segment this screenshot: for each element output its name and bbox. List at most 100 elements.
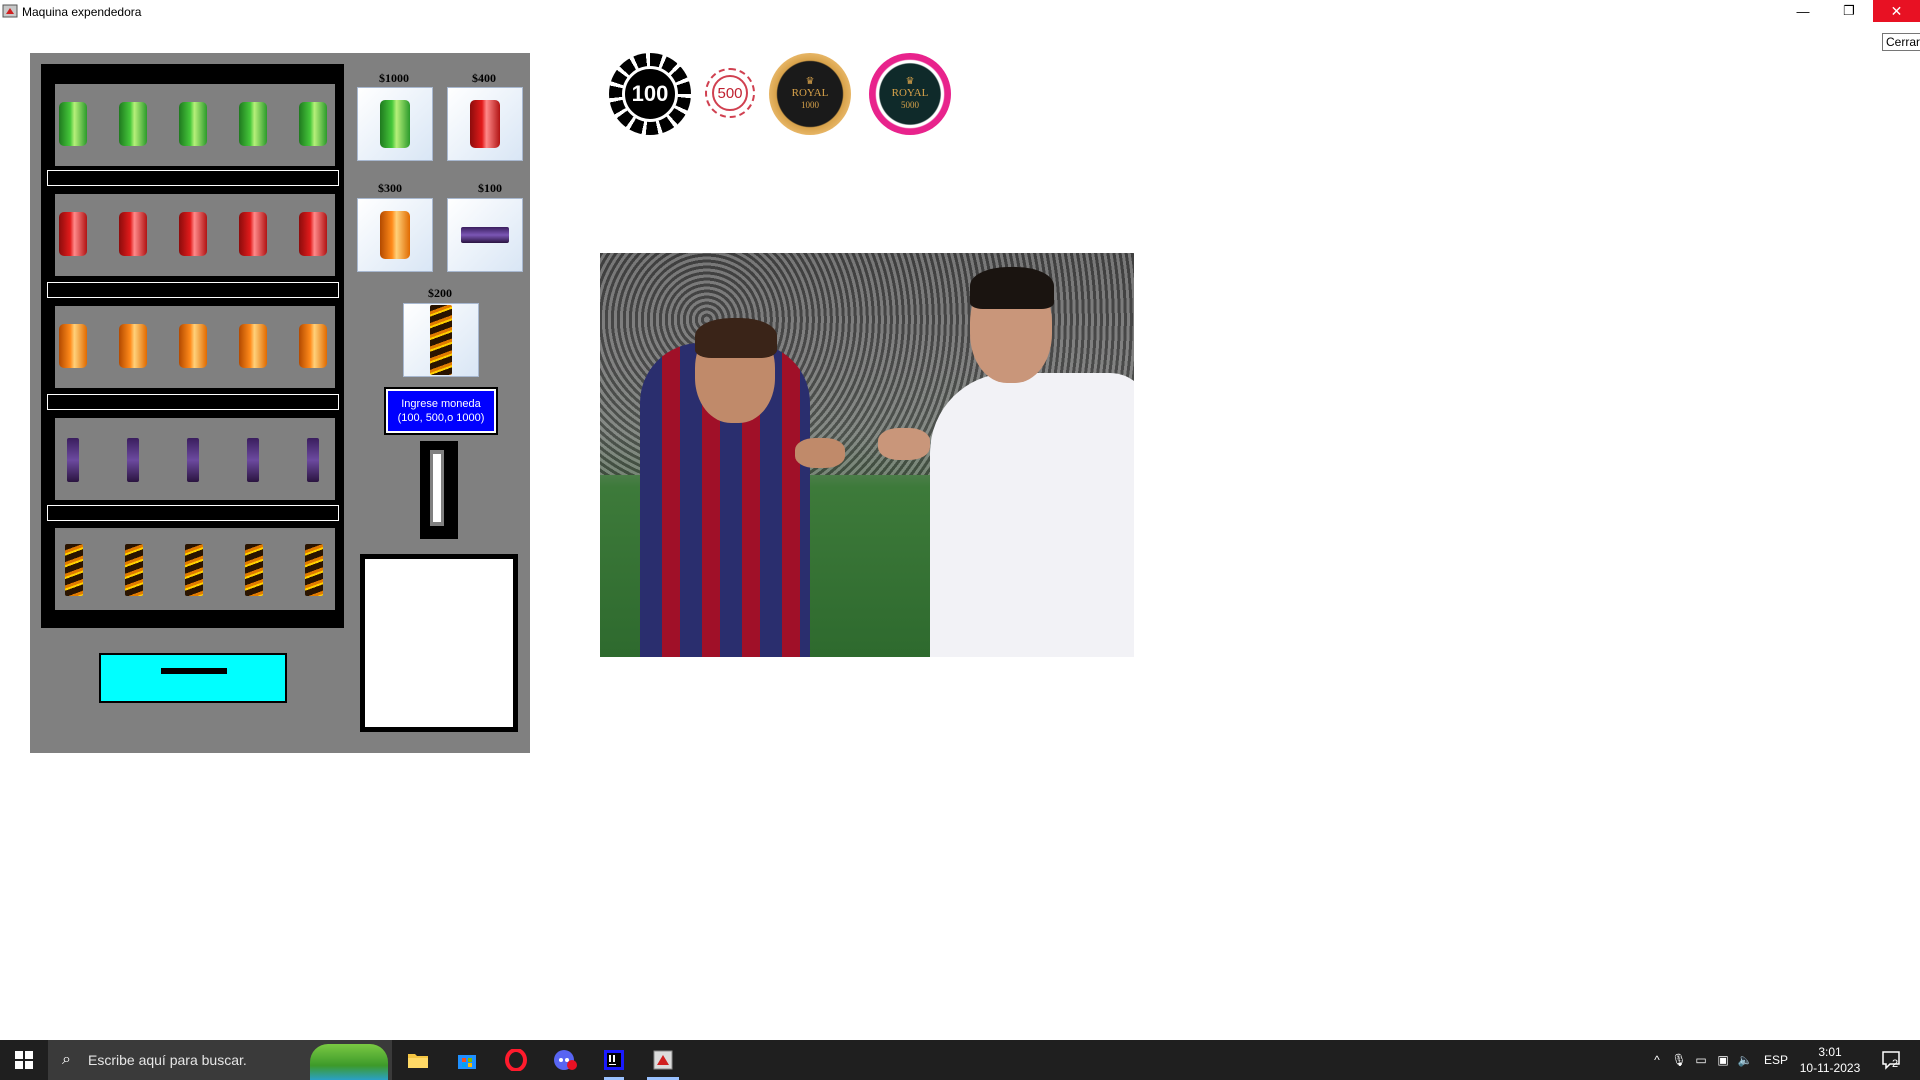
close-button[interactable]: ✕ [1873, 0, 1920, 22]
network-icon[interactable]: ▣ [1712, 1053, 1734, 1067]
dispenser-tray[interactable] [99, 653, 287, 703]
price-coke: $400 [472, 71, 496, 85]
shelf-rail [47, 282, 339, 298]
insert-coin-label: Ingrese moneda (100, 500,o 1000) [384, 387, 498, 435]
shelf-snickers [53, 416, 337, 502]
price-sprite: $1000 [379, 71, 409, 85]
fanta-can [179, 324, 207, 368]
shelf-rail [47, 505, 339, 521]
shelf-rail [47, 394, 339, 410]
crown-icon: ♛ [905, 76, 915, 87]
search-icon: ⌕ [62, 1051, 71, 1068]
minimize-button[interactable]: — [1780, 0, 1826, 22]
select-coke-button[interactable] [447, 87, 523, 161]
coin-5000-button[interactable]: ♛ ROYAL 5000 [869, 53, 951, 135]
title-bar: Maquina expendedora — ❐ ✕ [0, 0, 1920, 24]
vending-machine: $1000 $400 $300 $100 $200 Ingrese moneda… [30, 53, 530, 753]
coin-5000-face: ♛ ROYAL 5000 [892, 77, 929, 111]
search-placeholder: Escribe aquí para buscar. [88, 1052, 247, 1068]
fanta-can [299, 324, 327, 368]
select-sprite-button[interactable] [357, 87, 433, 161]
select-fanta-button[interactable] [357, 198, 433, 272]
price-chips: $200 [428, 286, 452, 300]
player-right-hand [878, 428, 930, 460]
opera-icon [505, 1049, 527, 1071]
battery-icon[interactable]: ▭ [1690, 1053, 1712, 1067]
coin-5000-value: 5000 [900, 100, 919, 110]
price-fanta: $300 [378, 181, 402, 195]
vending-machine-app[interactable] [639, 1040, 687, 1080]
price-snickers: $100 [478, 181, 502, 195]
coin-500-button[interactable]: 500 [705, 68, 755, 118]
folder-icon [408, 1054, 428, 1068]
taskbar-clock[interactable]: 3:01 10-11-2023 [1788, 1044, 1872, 1076]
shelf-coke [53, 192, 337, 278]
coke-image [470, 100, 500, 148]
restore-button[interactable]: ❐ [1826, 0, 1872, 22]
coin-slot[interactable] [420, 441, 458, 539]
taskbar-search[interactable]: ⌕ Escribe aquí para buscar. [48, 1040, 392, 1080]
coin-100-value: 100 [631, 81, 669, 106]
sprite-image [380, 100, 410, 148]
snickers-bar [127, 438, 139, 482]
snickers-bar [67, 438, 79, 482]
chips-bag [65, 544, 83, 596]
taskbar: ⌕ Escribe aquí para buscar. ^ 🎙 ▭ ▣ 🔈 ES… [0, 1040, 1920, 1080]
shelf-fanta [53, 304, 337, 390]
insert-coin-text: Ingrese moneda [401, 398, 481, 410]
intellij-icon [604, 1050, 624, 1070]
file-explorer-app[interactable] [394, 1040, 442, 1080]
window-title: Maquina expendedora [22, 5, 142, 19]
sprite-can [239, 102, 267, 146]
coke-can [179, 212, 207, 256]
windows-logo-icon [15, 1051, 33, 1069]
intellij-app[interactable] [590, 1040, 638, 1080]
fanta-can [59, 324, 87, 368]
coke-can [59, 212, 87, 256]
change-output-box[interactable] [360, 554, 518, 732]
discord-app[interactable] [541, 1040, 589, 1080]
sprite-can [179, 102, 207, 146]
coin-slot-inner [430, 450, 444, 526]
shelf-rail [47, 170, 339, 186]
snickers-image [461, 227, 509, 243]
opera-app[interactable] [492, 1040, 540, 1080]
java-app-icon [653, 1050, 673, 1070]
chevron-up-icon[interactable]: ^ [1646, 1053, 1668, 1067]
notification-center-button[interactable]: 2 [1880, 1048, 1904, 1072]
start-button[interactable] [0, 1040, 48, 1080]
java-app-icon [2, 4, 18, 18]
fanta-image [380, 211, 410, 259]
microsoft-store-app[interactable] [443, 1040, 491, 1080]
coin-1000-button[interactable]: ♛ ROYAL 1000 [769, 53, 851, 135]
clock-time: 3:01 [1818, 1045, 1842, 1059]
notification-count: 2 [1892, 1058, 1899, 1070]
coke-can [299, 212, 327, 256]
coke-can [239, 212, 267, 256]
coin-100-button[interactable]: 100 [609, 53, 691, 135]
chips-image [430, 305, 452, 375]
sprite-can [299, 102, 327, 146]
shelf-sprite [53, 82, 337, 168]
chips-bag [185, 544, 203, 596]
coin-500-face: 500 [712, 75, 748, 111]
system-tray: ^ 🎙 ▭ ▣ 🔈 ESP [1646, 1040, 1796, 1080]
clock-date: 10-11-2023 [1799, 1061, 1861, 1075]
tray-slot [161, 668, 227, 674]
microphone-icon[interactable]: 🎙 [1668, 1053, 1690, 1067]
chips-bag [245, 544, 263, 596]
fanta-can [119, 324, 147, 368]
shelf-chips [53, 526, 337, 612]
snickers-bar [307, 438, 319, 482]
coin-500-value: 500 [717, 84, 743, 102]
close-tooltip: Cerrar [1882, 33, 1920, 51]
coin-5000-brand: ROYAL [891, 87, 929, 99]
crown-icon: ♛ [805, 76, 815, 87]
player-right-shirt [930, 373, 1134, 657]
player-right-hair [970, 267, 1054, 309]
coin-100-face: 100 [622, 66, 678, 122]
select-chips-button[interactable] [403, 303, 479, 377]
coin-slot-opening [433, 454, 441, 522]
select-snickers-button[interactable] [447, 198, 523, 272]
volume-icon[interactable]: 🔈 [1734, 1053, 1756, 1067]
